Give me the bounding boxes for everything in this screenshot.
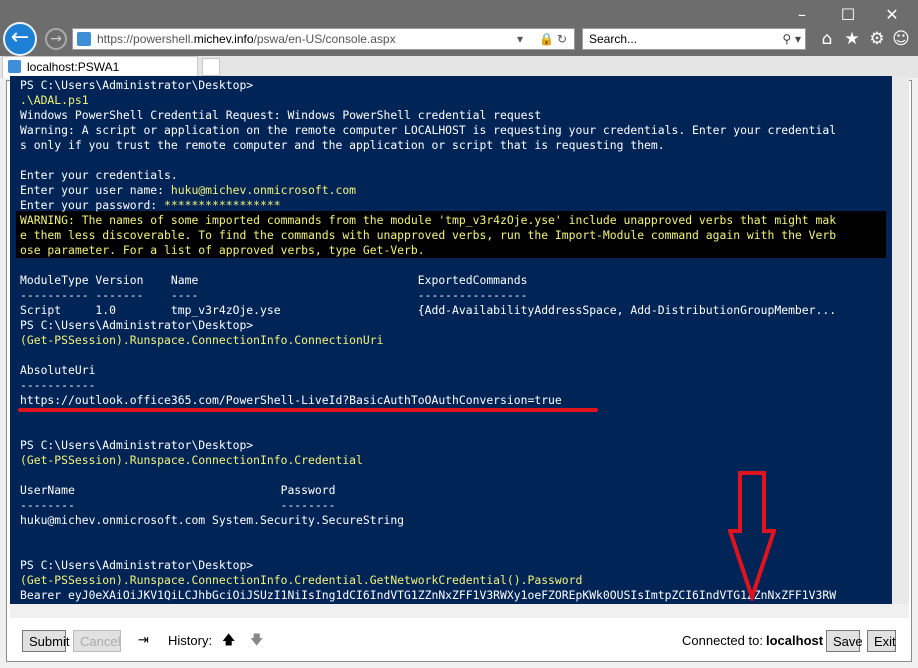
console-line: -------- -------- [20,498,335,513]
console-line: Enter your password: ***************** [20,198,281,213]
console-line-text: -------- -------- [20,498,335,512]
console-line: (Get-PSSession).Runspace.ConnectionInfo.… [20,333,383,348]
back-arrow-icon: ← [11,25,29,50]
console-line-input: huku@michev.onmicrosoft.com [171,183,356,197]
back-button[interactable]: ← [3,22,37,56]
console-line-text: ----------- [20,378,95,392]
page-icon [77,32,91,46]
gear-icon[interactable]: ⚙ [866,28,888,50]
console-line-text: .\ADAL.ps1 [20,93,89,107]
forward-button[interactable]: → [45,28,67,50]
console-line: Enter your user name: huku@michev.onmicr… [20,183,356,198]
console-line-text: (Get-PSSession).Runspace.ConnectionInfo.… [20,333,383,347]
search-icon[interactable]: ⚲ ▾ [782,29,801,49]
console-line-text: Bearer eyJ0eXAiOiJKV1QiLCJhbGciOiJSUzI1N… [20,588,836,602]
console-line-text: ModuleType Version Name ExportedCommands [20,273,527,287]
console-line-text: (Get-PSSession).Runspace.ConnectionInfo.… [20,573,582,587]
smiley-icon[interactable]: ☺ [890,28,912,50]
search-dropdown-icon[interactable]: ▾ [517,29,523,49]
vertical-scrollbar[interactable] [892,76,909,604]
console-line: https://outlook.office365.com/PowerShell… [20,393,562,408]
tab-title: localhost:PSWA1 [27,60,119,74]
console-line-text: UserName Password [20,483,335,497]
console-line-text: https://outlook.office365.com/PowerShell… [20,393,562,407]
console-line: AbsoluteUri [20,363,95,378]
tab-completion-icon[interactable]: ⇥ [138,630,149,652]
console-line-text: Script 1.0 tmp_v3r4zOje.yse {Add-Availab… [20,303,836,317]
console-line-text: Enter your credentials. [20,168,178,182]
console-line-text: (Get-PSSession).Runspace.ConnectionInfo.… [20,453,363,467]
console-footer: Submit Cancel ⇥ History: 🡅 🡇 Connected t… [10,626,910,656]
console-line-text: AbsoluteUri [20,363,95,377]
console-line-text: ose parameter. For a list of approved ve… [20,243,425,257]
save-button[interactable]: Save [826,630,860,652]
tab-page-icon [8,60,21,73]
console-line: ----------- [20,378,95,393]
console-line: ose parameter. For a list of approved ve… [20,243,425,258]
favorites-star-icon[interactable]: ★ [841,28,863,50]
home-icon[interactable]: ⌂ [816,28,838,50]
tab-pswa[interactable]: localhost:PSWA1 [2,56,198,78]
exit-button[interactable]: Exit [867,630,896,652]
console-line: Warning: A script or application on the … [20,123,836,138]
console-line-text: Warning: A script or application on the … [20,123,836,137]
red-arrow-annotation [728,471,776,601]
console-line: .\ADAL.ps1 [20,93,89,108]
console-line-text: PS C:\Users\Administrator\Desktop> [20,558,253,572]
console-line: Script 1.0 tmp_v3r4zOje.yse {Add-Availab… [20,303,836,318]
horizontal-scrollbar[interactable] [10,604,909,618]
console-line-text: PS C:\Users\Administrator\Desktop> [20,318,253,332]
console-line: e them less discoverable. To find the co… [20,228,836,243]
console-line: PS C:\Users\Administrator\Desktop> [20,78,253,93]
console-line: huku@michev.onmicrosoft.com System.Secur… [20,513,404,528]
console-line: ---------- ------- ---- ---------------- [20,288,527,303]
console-line-text: huku@michev.onmicrosoft.com System.Secur… [20,513,404,527]
history-up-icon[interactable]: 🡅 [222,630,235,652]
console-line-text: Enter your password: [20,198,164,212]
console-line: (Get-PSSession).Runspace.ConnectionInfo.… [20,453,363,468]
search-box[interactable]: Search... ⚲ ▾ [582,28,806,50]
lock-icon[interactable]: 🔒 [539,29,554,49]
maximize-button[interactable]: ☐ [834,4,862,26]
submit-button[interactable]: Submit [22,630,66,652]
console-line: ModuleType Version Name ExportedCommands [20,273,527,288]
console-line: PS C:\Users\Administrator\Desktop> [20,438,253,453]
address-url: https://powershell.michev.info/pswa/en-U… [97,29,396,49]
console-line-input: ***************** [164,198,281,212]
console-line: Windows PowerShell Credential Request: W… [20,108,541,123]
cancel-button[interactable]: Cancel [73,630,121,652]
history-label: History: [168,630,212,652]
console-line: (Get-PSSession).Runspace.ConnectionInfo.… [20,573,582,588]
forward-arrow-icon: → [50,31,62,47]
console-line-text: s only if you trust the remote computer … [20,138,665,152]
new-tab-button[interactable] [202,58,220,76]
console-line-text: e them less discoverable. To find the co… [20,228,836,242]
console-line: Enter your credentials. [20,168,178,183]
console-line: Bearer eyJ0eXAiOiJKV1QiLCJhbGciOiJSUzI1N… [20,588,836,603]
console-line: WARNING: The names of some imported comm… [20,213,836,228]
history-down-icon[interactable]: 🡇 [250,630,263,652]
console-line: PS C:\Users\Administrator\Desktop> [20,558,253,573]
console-line-text: WARNING: The names of some imported comm… [20,213,836,227]
address-bar[interactable]: https://powershell.michev.info/pswa/en-U… [72,28,575,50]
console-line-text: ---------- ------- ---- ---------------- [20,288,527,302]
search-placeholder: Search... [589,32,637,46]
console-line-text: Enter your user name: [20,183,171,197]
minimize-button[interactable]: – [788,4,816,26]
console-line: s only if you trust the remote computer … [20,138,665,153]
red-underline-annotation [18,408,598,412]
console-line-text: PS C:\Users\Administrator\Desktop> [20,78,253,92]
console-line: UserName Password [20,483,335,498]
console-line-text: Windows PowerShell Credential Request: W… [20,108,541,122]
connected-to-label: Connected to: [682,630,763,652]
connected-host: localhost [766,630,823,652]
close-window-button[interactable]: ✕ [878,4,906,26]
refresh-icon[interactable]: ↻ [557,29,567,49]
console-line: PS C:\Users\Administrator\Desktop> [20,318,253,333]
console-line-text: PS C:\Users\Administrator\Desktop> [20,438,253,452]
